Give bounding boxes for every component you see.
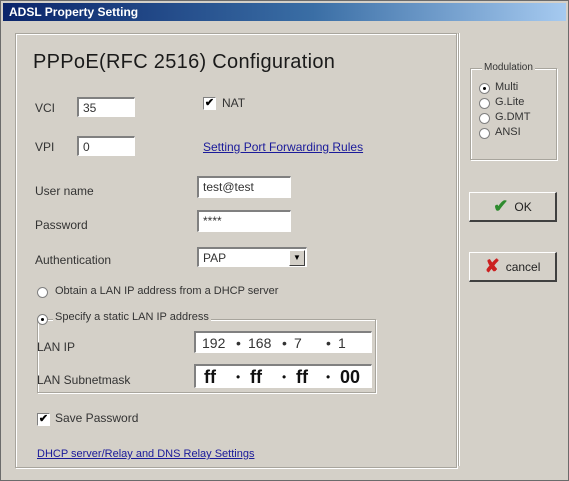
cancel-button-label: cancel bbox=[505, 259, 541, 274]
lan-subnetmask-input[interactable]: ff • ff • ff • 00 bbox=[194, 364, 372, 388]
dot-separator: • bbox=[282, 370, 287, 384]
save-password-checkbox[interactable]: ✔ bbox=[37, 413, 50, 426]
vci-label: VCI bbox=[35, 101, 56, 115]
authentication-value: PAP bbox=[203, 251, 227, 265]
lan-mask-octet-4: 00 bbox=[340, 367, 361, 387]
modulation-radio-gdmt[interactable] bbox=[479, 113, 490, 124]
side-separator bbox=[458, 33, 459, 466]
nat-checkbox[interactable]: ✔ bbox=[203, 97, 216, 110]
modulation-option-multi: Multi bbox=[495, 81, 519, 93]
lan-subnetmask-label: LAN Subnetmask bbox=[37, 373, 131, 387]
modulation-option-glite: G.Lite bbox=[495, 96, 525, 108]
modulation-radio-ansi[interactable] bbox=[479, 128, 490, 139]
lan-ip-label: LAN IP bbox=[37, 340, 76, 354]
vpi-label: VPI bbox=[35, 140, 55, 154]
username-label: User name bbox=[35, 184, 94, 198]
dot-separator: • bbox=[236, 335, 241, 351]
nat-label: NAT bbox=[222, 96, 246, 110]
dot-separator: • bbox=[236, 370, 241, 384]
lan-mask-octet-3: ff bbox=[296, 367, 308, 387]
lan-ip-octet-3: 7 bbox=[294, 335, 302, 351]
lan-ip-input[interactable]: 192 • 168 • 7 • 1 bbox=[194, 331, 372, 353]
chevron-down-icon[interactable]: ▼ bbox=[289, 250, 305, 266]
lan-mask-octet-2: ff bbox=[250, 367, 262, 387]
check-icon: ✔ bbox=[493, 196, 509, 216]
static-option-label: Specify a static LAN IP address bbox=[53, 311, 211, 323]
x-icon: ✘ bbox=[484, 256, 500, 276]
dhcp-relay-link[interactable]: DHCP server/Relay and DNS Relay Settings bbox=[37, 448, 254, 460]
modulation-option-gdmt: G.DMT bbox=[495, 111, 531, 123]
cancel-button[interactable]: ✘ cancel bbox=[469, 252, 557, 282]
ok-button-label: OK bbox=[514, 199, 532, 214]
lan-ip-octet-1: 192 bbox=[202, 335, 226, 351]
ok-button[interactable]: ✔ OK bbox=[469, 192, 557, 222]
password-input[interactable]: **** bbox=[197, 210, 291, 232]
authentication-select[interactable]: PAP ▼ bbox=[197, 247, 307, 267]
dhcp-option-label: Obtain a LAN IP address from a DHCP serv… bbox=[55, 285, 279, 297]
lan-mask-octet-1: ff bbox=[204, 367, 216, 387]
save-password-label: Save Password bbox=[55, 411, 139, 425]
vpi-input[interactable]: 0 bbox=[77, 136, 135, 156]
dot-separator: • bbox=[326, 370, 331, 384]
dot-separator: • bbox=[282, 335, 287, 351]
modulation-radio-glite[interactable] bbox=[479, 98, 490, 109]
modulation-label: Modulation bbox=[482, 62, 535, 73]
dhcp-radio[interactable] bbox=[37, 287, 48, 298]
username-input[interactable]: test@test bbox=[197, 176, 291, 198]
vci-input[interactable]: 35 bbox=[77, 97, 135, 117]
authentication-label: Authentication bbox=[35, 253, 112, 267]
port-forwarding-link[interactable]: Setting Port Forwarding Rules bbox=[203, 140, 363, 154]
static-ip-radio[interactable] bbox=[37, 314, 48, 325]
password-label: Password bbox=[35, 218, 88, 232]
dot-separator: • bbox=[326, 335, 331, 351]
dialog-window: ADSL Property Setting PPPoE(RFC 2516) Co… bbox=[0, 0, 569, 481]
lan-ip-octet-2: 168 bbox=[248, 335, 272, 351]
config-heading: PPPoE(RFC 2516) Configuration bbox=[33, 51, 336, 73]
title-bar: ADSL Property Setting bbox=[3, 3, 566, 21]
modulation-radio-multi[interactable] bbox=[479, 83, 490, 94]
lan-ip-octet-4: 1 bbox=[338, 335, 346, 351]
modulation-option-ansi: ANSI bbox=[495, 126, 521, 138]
